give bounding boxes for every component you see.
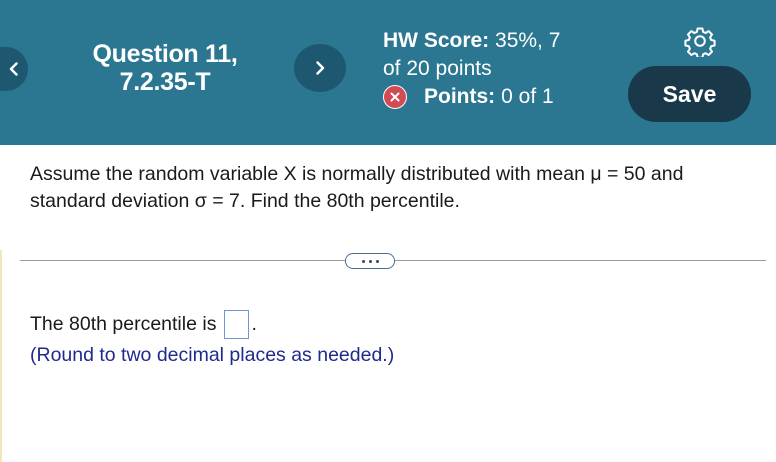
dot-icon <box>361 259 365 263</box>
gear-icon[interactable] <box>684 25 716 57</box>
hw-score-label: HW Score: <box>383 29 490 52</box>
points-status: Points: 0 of 1 <box>383 83 554 111</box>
next-question-button[interactable] <box>294 44 346 92</box>
previous-question-button[interactable] <box>0 47 28 91</box>
question-number: Question 11, <box>92 40 238 68</box>
dot-icon <box>368 259 372 263</box>
left-accent-bar <box>0 250 2 462</box>
answer-suffix: . <box>251 313 257 335</box>
answer-input[interactable] <box>224 310 250 339</box>
hw-score: HW Score: 35%, 7 of 20 points <box>383 27 613 83</box>
chevron-left-icon <box>9 62 18 76</box>
hw-score-points: of 20 points <box>383 57 492 80</box>
question-text: Assume the random variable X is normally… <box>30 163 684 212</box>
header-bar: Question 11, 7.2.35-T HW Score: 35%, 7 o… <box>0 0 776 145</box>
chevron-right-icon <box>316 61 325 75</box>
hw-score-value: 35%, 7 <box>495 29 561 52</box>
x-circle-icon <box>383 85 407 109</box>
points-label: Points: <box>424 85 496 108</box>
save-button[interactable]: Save <box>628 66 751 122</box>
points-value: 0 of 1 <box>501 85 554 108</box>
more-options-button[interactable] <box>345 253 395 269</box>
question-title: Question 11, 7.2.35-T <box>70 40 260 96</box>
rounding-hint: (Round to two decimal places as needed.) <box>30 344 395 366</box>
question-id: 7.2.35-T <box>119 68 211 96</box>
answer-row: The 80th percentile is . <box>30 310 257 339</box>
dot-icon <box>375 259 379 263</box>
answer-prefix: The 80th percentile is <box>30 313 217 335</box>
